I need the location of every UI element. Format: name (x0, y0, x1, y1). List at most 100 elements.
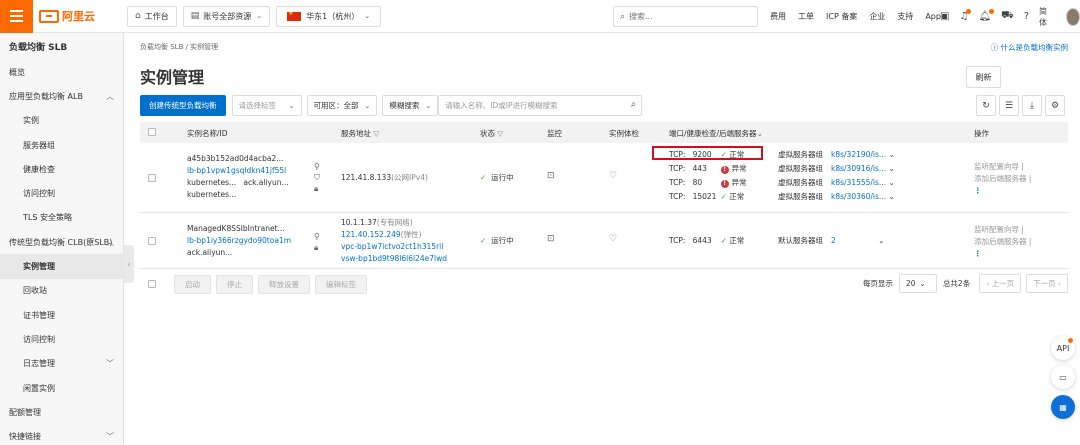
menu-icon[interactable] (0, 0, 33, 33)
select-all-checkbox[interactable] (148, 280, 156, 288)
link-app[interactable]: App (925, 12, 941, 21)
location-pin-icon[interactable]: ⚲ (314, 161, 320, 172)
vpc-link[interactable]: vpc-bp1w7ictvo2ct1h315ril (341, 242, 443, 251)
region-dropdown[interactable]: 华东1（杭州） ⌄ (276, 5, 382, 27)
eip-link[interactable]: 121.40.152.249 (341, 230, 401, 239)
instance-id-link[interactable]: lb-bp1iy366rzgydo90toa1m (187, 236, 291, 245)
global-search[interactable]: ⌕ (613, 6, 758, 27)
health-check-icon[interactable]: ♡ (609, 171, 617, 181)
start-button[interactable]: 启动 (174, 274, 211, 294)
sidebar-item-alb-access-control[interactable]: 访问控制 (0, 181, 123, 205)
filter-icon[interactable]: ▽ (497, 129, 503, 138)
listener-wizard-link[interactable]: 监听配置向导 | (974, 224, 1031, 236)
workbench-button[interactable]: ⌂ 工作台 (127, 5, 177, 27)
account-resources-dropdown[interactable]: ▤ 账号全部资源 ⌄ (182, 5, 271, 27)
link-tickets[interactable]: 工单 (798, 11, 814, 22)
sidebar-item-quick-links[interactable]: 快捷链接 ﹀ (0, 424, 123, 445)
more-actions-icon[interactable]: ⋮ (974, 248, 1031, 260)
api-float-button[interactable]: API (1051, 336, 1075, 360)
page-size-select[interactable]: 20 ⌄ (898, 274, 937, 293)
chevron-down-icon[interactable]: ⌄ (878, 236, 884, 245)
sidebar-item-quota[interactable]: 配额管理 (0, 400, 123, 424)
link-support[interactable]: 支持 (897, 11, 913, 22)
zone-select[interactable]: 可用区： 全部 ⌄ (306, 95, 378, 116)
cart-icon[interactable]: ⛟ (1001, 10, 1014, 23)
stop-button[interactable]: 停止 (216, 274, 253, 294)
sidebar-item-health-check[interactable]: 健康检查 (0, 157, 123, 181)
server-group-link[interactable]: k8s/31555/is... (831, 178, 886, 187)
server-group-link[interactable]: k8s/30360/is... (831, 192, 886, 201)
avatar[interactable] (1065, 7, 1080, 26)
sidebar-title: 负载均衡 SLB (9, 43, 68, 53)
help-link[interactable]: ⓘ 什么是负载均衡实例 (991, 42, 1068, 53)
vswitch-link[interactable]: vsw-bp1bd9t98l6l6l24e7lwd (341, 254, 447, 263)
sidebar-item-server-groups[interactable]: 服务器组 (0, 133, 123, 157)
sidebar-item-idle-instances[interactable]: 闲置实例 (0, 376, 123, 400)
chevron-down-icon[interactable]: ⌄ (888, 164, 894, 173)
instance-id-link[interactable]: lb-bp1vpw1gsqldkn41jf55l (187, 166, 286, 175)
global-search-input[interactable] (629, 12, 740, 21)
lock-icon[interactable]: 🔒︎ (314, 242, 320, 253)
sidebar-collapse-handle[interactable]: ‹ (124, 245, 134, 283)
add-backend-link[interactable]: 添加后端服务器 | (974, 236, 1031, 248)
search-mode-select[interactable]: 模糊搜索 ⌄ (382, 95, 439, 116)
prev-page-button[interactable]: ‹ 上一页 (979, 274, 1022, 293)
chevron-down-icon[interactable]: ⌄ (888, 150, 894, 159)
listener-wizard-link[interactable]: 监听配置向导 | (974, 161, 1031, 173)
chevron-down-icon[interactable]: ⌄ (888, 192, 894, 201)
release-settings-button[interactable]: 释放设置 (258, 274, 310, 294)
location-pin-icon[interactable]: ⚲ (314, 231, 320, 242)
search-icon[interactable]: ⌕ (631, 99, 637, 110)
keyword-search-input[interactable]: 请输入名称、ID或IP进行模糊搜索 ⌕ (438, 95, 643, 116)
help-icon[interactable]: ? (1024, 11, 1029, 22)
settings-button[interactable]: ⚙ (1045, 95, 1065, 116)
link-fees[interactable]: 费用 (770, 11, 786, 22)
notification-icon[interactable]: ♫ (959, 9, 972, 22)
per-page-label: 每页显示 (862, 279, 893, 288)
health-check-icon[interactable]: ♡ (609, 234, 617, 244)
sidebar-item-overview[interactable]: 概览 (0, 60, 123, 84)
refresh-button[interactable]: 刷新 (966, 66, 1001, 88)
sidebar-item-tls-policy[interactable]: TLS 安全策略 (0, 206, 123, 230)
server-group-link[interactable]: k8s/32190/is... (831, 150, 886, 159)
monitor-icon[interactable]: ⊡ (547, 171, 555, 181)
server-group-link[interactable]: 2 (831, 236, 836, 245)
select-all-checkbox[interactable] (148, 128, 156, 136)
create-clb-button[interactable]: 创建传统型负载均衡 (140, 95, 226, 116)
refresh-icon-button[interactable]: ↻ (976, 95, 996, 116)
sidebar-item-clb[interactable]: 传统型负载均衡 CLB(原SLB) ︿ (0, 230, 123, 254)
list-settings-button[interactable]: ☰ (999, 95, 1019, 116)
bell-icon[interactable]: 🔔︎ (978, 9, 995, 22)
link-icp[interactable]: ICP 备案 (826, 11, 857, 22)
download-icon: ⤓ (1030, 100, 1034, 111)
server-group-link[interactable]: k8s/30916/is... (831, 164, 886, 173)
lock-icon[interactable]: 🔒︎ (314, 183, 320, 194)
monitor-icon[interactable]: ⊡ (547, 234, 555, 244)
more-actions-icon[interactable]: ⋮ (974, 185, 1031, 197)
chevron-down-icon[interactable]: ⌄ (757, 129, 763, 138)
tag-select[interactable]: 请选择标签 ⌄ (231, 95, 302, 116)
sidebar-item-instance-management[interactable]: 实例管理 (0, 254, 123, 279)
language-switch[interactable]: 简体 (1039, 6, 1051, 28)
filter-icon[interactable]: ▽ (373, 129, 379, 138)
next-page-button[interactable]: 下一页 › (1026, 274, 1068, 293)
add-backend-link[interactable]: 添加后端服务器 | (974, 173, 1031, 185)
link-enterprise[interactable]: 企业 (869, 11, 885, 22)
sidebar-item-certificates[interactable]: 证书管理 (0, 303, 123, 327)
terminal-icon[interactable]: ▣ (940, 11, 949, 22)
sidebar-item-alb[interactable]: 应用型负载均衡 ALB ︿ (0, 84, 123, 108)
chevron-down-icon[interactable]: ⌄ (888, 178, 894, 187)
logo[interactable]: 阿里云 (39, 8, 127, 24)
shield-icon[interactable]: ⛉ (314, 172, 320, 183)
edit-tags-button[interactable]: 编辑标签 (315, 274, 367, 294)
row-checkbox[interactable] (148, 174, 156, 182)
chat-float-button[interactable]: ▭ (1051, 365, 1075, 389)
row-checkbox[interactable] (148, 237, 156, 245)
sidebar-item-log-management[interactable]: 日志管理 ﹀ (0, 352, 123, 376)
sidebar-item-alb-instances[interactable]: 实例 (0, 109, 123, 133)
sidebar-item-recycle-bin[interactable]: 回收站 (0, 279, 123, 303)
apps-float-button[interactable]: ▦ (1051, 395, 1075, 419)
breadcrumb[interactable]: 负载均衡 SLB / 实例管理 (140, 42, 218, 52)
download-button[interactable]: ⤓ (1022, 95, 1042, 116)
sidebar-item-clb-access-control[interactable]: 访问控制 (0, 327, 123, 351)
